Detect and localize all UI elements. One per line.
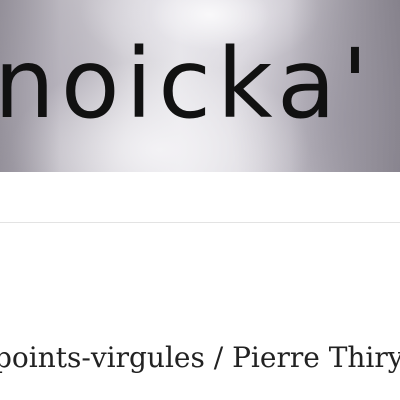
site-title[interactable]: noicka' xyxy=(0,24,374,144)
header-banner[interactable]: noicka' xyxy=(0,0,400,172)
page: noicka' points-virgules / Pierre Thiry xyxy=(0,0,400,400)
divider xyxy=(0,222,400,223)
post-title[interactable]: points-virgules / Pierre Thiry xyxy=(0,338,400,378)
